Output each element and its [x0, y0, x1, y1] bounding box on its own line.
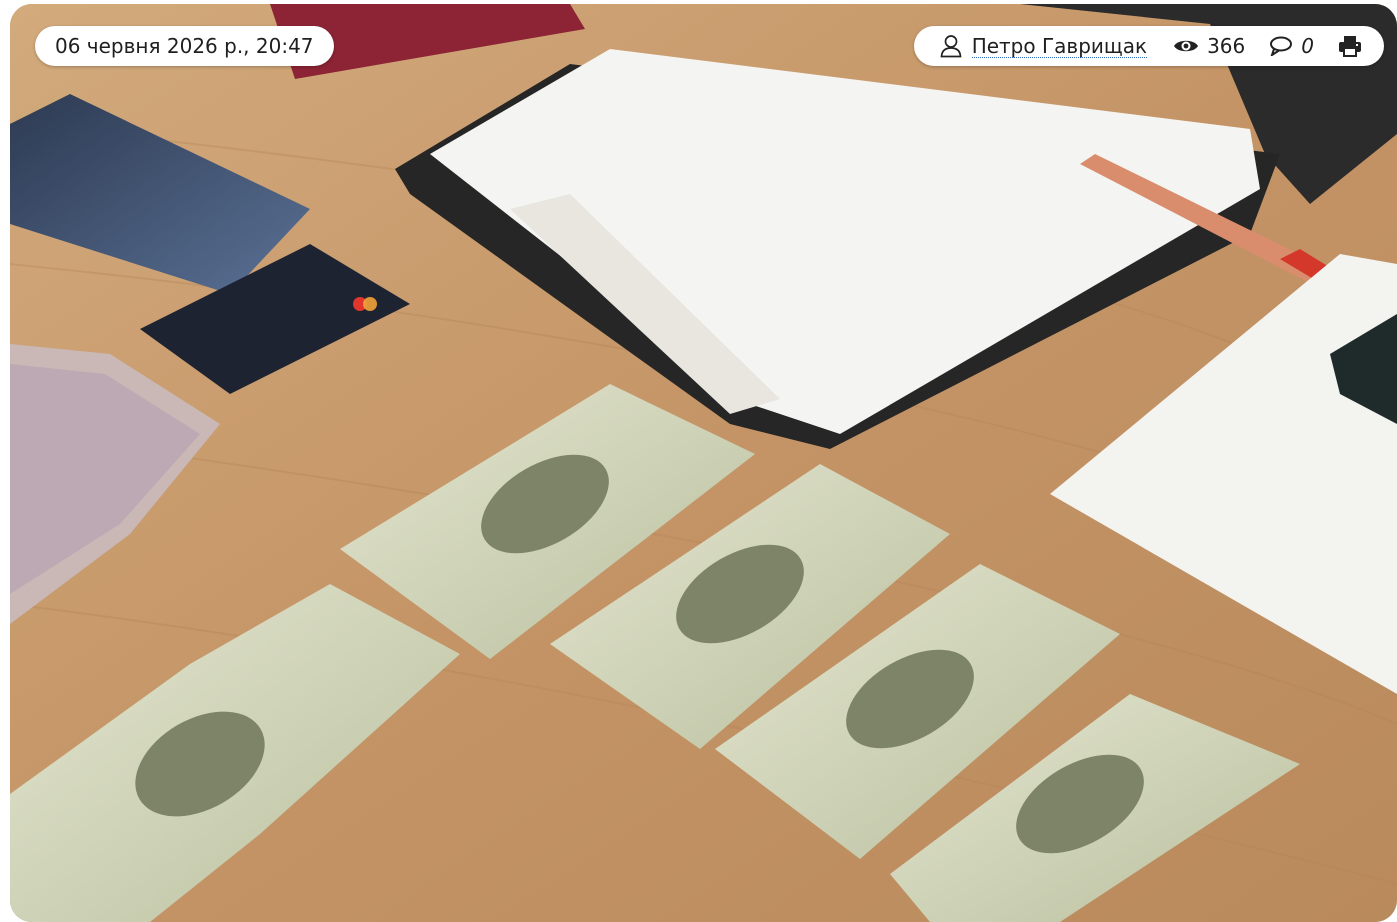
print-button[interactable] [1338, 35, 1362, 57]
post-date-badge: 06 червня 2026 р., 20:47 [35, 26, 334, 66]
post-date: 06 червня 2026 р., 20:47 [55, 34, 314, 58]
comments-counter[interactable]: 0 [1269, 34, 1314, 58]
article-photo [10, 4, 1397, 922]
post-meta-bar: Петро Гаврищак 366 0 [913, 26, 1384, 66]
article-image-frame: 06 червня 2026 р., 20:47 Петро Гаврищак … [10, 4, 1397, 922]
author-block: Петро Гаврищак [940, 34, 1148, 58]
user-icon [940, 34, 962, 58]
views-counter: 366 [1173, 34, 1245, 58]
comment-icon [1269, 36, 1293, 56]
views-count: 366 [1207, 34, 1246, 58]
printer-icon [1338, 35, 1362, 57]
comments-count: 0 [1301, 34, 1314, 58]
eye-icon [1173, 37, 1199, 55]
author-link[interactable]: Петро Гаврищак [971, 35, 1148, 58]
